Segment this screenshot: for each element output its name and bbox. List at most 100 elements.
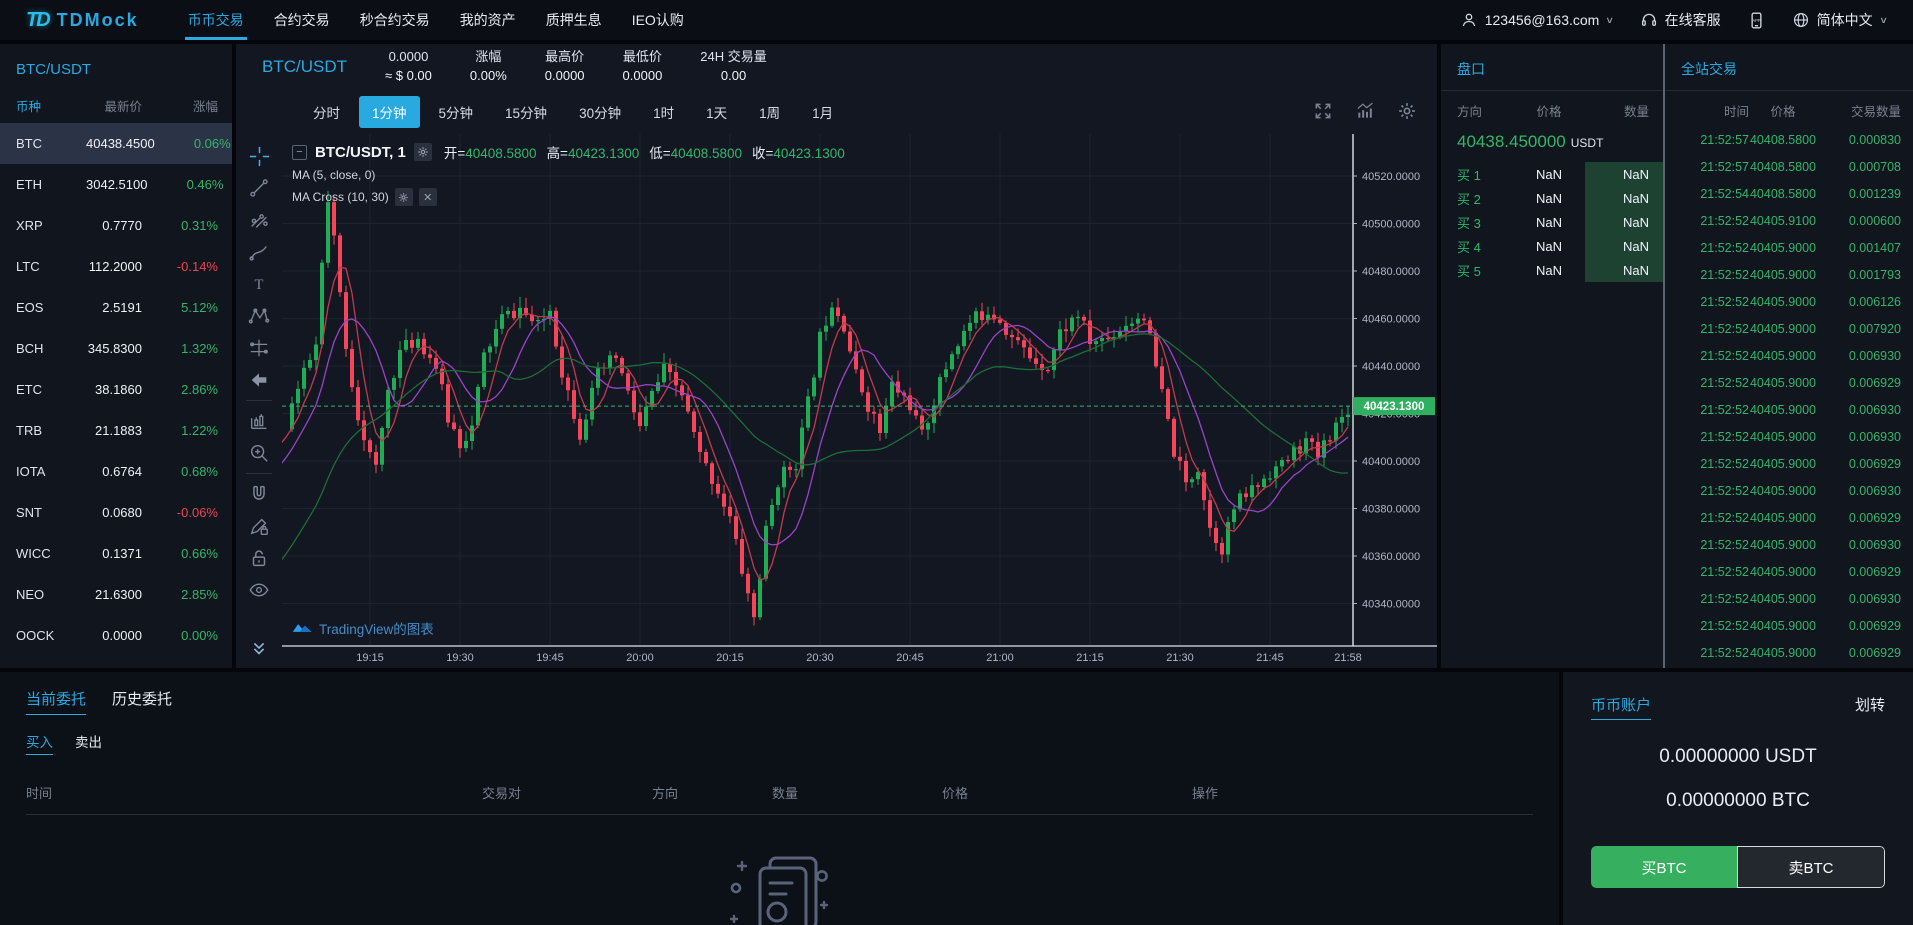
transfer-link[interactable]: 划转	[1855, 694, 1885, 715]
orderbook-row[interactable]: 买 4NaNNaN	[1441, 234, 1663, 258]
svg-text:21:30: 21:30	[1166, 652, 1194, 664]
text-tool-icon[interactable]: T	[242, 268, 276, 300]
crosshair-icon[interactable]	[242, 140, 276, 172]
forecast-bars-icon[interactable]	[242, 405, 276, 437]
sell-btc-button[interactable]: 卖BTC	[1737, 846, 1885, 888]
timeframe-button[interactable]: 1分钟	[359, 96, 420, 128]
account-tab-spot[interactable]: 币币账户	[1591, 694, 1651, 720]
coin-row[interactable]: EOS2.51915.12%	[0, 287, 232, 328]
chart-stat: 涨幅0.00%	[470, 48, 507, 86]
orders-tabs: 当前委托历史委托	[26, 672, 1533, 715]
indicators-icon[interactable]	[1355, 101, 1375, 124]
zoom-in-icon[interactable]	[242, 437, 276, 469]
nav-item[interactable]: 币币交易	[173, 0, 259, 40]
coin-price: 3042.5100	[86, 177, 157, 192]
fullscreen-icon[interactable]	[1313, 101, 1333, 124]
coin-row[interactable]: BTC40438.45000.06%	[0, 123, 232, 164]
chart-price-block: 0.0000 ≈ $ 0.00	[385, 48, 432, 86]
pitchfork-icon[interactable]	[242, 204, 276, 236]
online-support[interactable]: 在线客服	[1640, 10, 1721, 30]
trade-row: 21:52:5240405.90000.001407	[1665, 234, 1913, 261]
drawing-lock-icon[interactable]	[242, 510, 276, 542]
app-download[interactable]: APP	[1747, 11, 1766, 30]
coin-row[interactable]: WICC0.13710.66%	[0, 533, 232, 574]
trades-panel: 全站交易 时间 价格 交易数量 21:52:5740408.58000.0008…	[1663, 44, 1913, 668]
coin-row[interactable]: XRP0.77700.31%	[0, 205, 232, 246]
xabcd-pattern-icon[interactable]	[242, 300, 276, 332]
app-qr-icon: APP	[1747, 11, 1766, 30]
trend-line-icon[interactable]	[242, 172, 276, 204]
coin-price: 0.7770	[86, 218, 152, 233]
svg-text:21:00: 21:00	[986, 652, 1014, 664]
buy-btc-button[interactable]: 买BTC	[1591, 846, 1737, 888]
trades-title: 全站交易	[1665, 44, 1913, 91]
ma-settings-gear-icon[interactable]	[395, 188, 413, 206]
language-label: 简体中文	[1817, 10, 1873, 30]
coin-symbol: BCH	[16, 341, 86, 356]
main-nav: 币币交易合约交易秒合约交易我的资产质押生息IEO认购	[173, 0, 699, 40]
coin-price: 38.1860	[86, 382, 152, 397]
coin-row[interactable]: OOCK0.00000.00%	[0, 615, 232, 656]
market-sidebar: BTC/USDT 币种 最新价 涨幅 BTC40438.45000.06%ETH…	[0, 44, 232, 668]
collapse-toolbar-icon[interactable]	[242, 632, 276, 664]
timeframe-list: 分时1分钟5分钟15分钟30分钟1时1天1周1月	[300, 96, 846, 128]
nav-item[interactable]: 合约交易	[259, 0, 345, 40]
timeframe-button[interactable]: 30分钟	[566, 96, 634, 128]
trade-row: 21:52:5240405.90000.006930	[1665, 585, 1913, 612]
trade-row: 21:52:5240405.90000.001793	[1665, 261, 1913, 288]
coin-symbol: BTC	[16, 136, 86, 151]
lock-all-icon[interactable]	[242, 542, 276, 574]
legend-settings-gear-icon[interactable]	[414, 143, 432, 161]
coin-row[interactable]: TRB21.18831.22%	[0, 410, 232, 451]
market-pair-title: BTC/USDT	[0, 44, 232, 92]
orderbook-row[interactable]: 买 5NaNNaN	[1441, 258, 1663, 282]
chart-canvas[interactable]: 40520.000040500.000040480.000040460.0000…	[282, 134, 1437, 668]
orders-tab[interactable]: 历史委托	[112, 688, 172, 715]
coin-row[interactable]: ETH3042.51000.46%	[0, 164, 232, 205]
coin-row[interactable]: LTC112.2000-0.14%	[0, 246, 232, 287]
ma-close-icon[interactable]: ✕	[419, 188, 437, 206]
orders-side-tab[interactable]: 卖出	[75, 731, 102, 755]
logo[interactable]: TD TDMock	[26, 9, 139, 32]
long-short-position-icon[interactable]	[242, 332, 276, 364]
coin-row[interactable]: NEO21.63002.85%	[0, 574, 232, 615]
account-menu[interactable]: 123456@163.com ∨	[1460, 11, 1614, 29]
coin-row[interactable]: BCH345.83001.32%	[0, 328, 232, 369]
orderbook-row[interactable]: 买 3NaNNaN	[1441, 210, 1663, 234]
svg-text:20:00: 20:00	[626, 652, 654, 664]
coin-symbol: EOS	[16, 300, 86, 315]
timeframe-button[interactable]: 15分钟	[492, 96, 560, 128]
language-selector[interactable]: 简体中文 ∨	[1792, 10, 1887, 30]
timeframe-button[interactable]: 1月	[799, 96, 846, 128]
trade-row: 21:52:5240405.90000.006929	[1665, 450, 1913, 477]
timeframe-button[interactable]: 1天	[693, 96, 740, 128]
hide-drawings-icon[interactable]	[242, 574, 276, 606]
orderbook-row[interactable]: 买 2NaNNaN	[1441, 186, 1663, 210]
nav-item[interactable]: 秒合约交易	[345, 0, 445, 40]
trade-row: 21:52:5240405.90000.006126	[1665, 288, 1913, 315]
timeframe-button[interactable]: 5分钟	[426, 96, 487, 128]
orders-col-header: 交易对	[482, 783, 652, 802]
coin-change: 5.12%	[152, 300, 218, 315]
coin-row[interactable]: ETC38.18602.86%	[0, 369, 232, 410]
nav-item[interactable]: IEO认购	[617, 0, 699, 40]
settings-gear-icon[interactable]	[1397, 101, 1417, 124]
magnet-icon[interactable]	[242, 478, 276, 510]
arrow-marker-icon[interactable]	[242, 364, 276, 396]
orders-side-tab[interactable]: 买入	[26, 731, 53, 755]
nav-item[interactable]: 质押生息	[531, 0, 617, 40]
orders-tab[interactable]: 当前委托	[26, 688, 86, 715]
legend-collapse-button[interactable]: −	[292, 145, 307, 160]
coin-row[interactable]: SNT0.0680-0.06%	[0, 492, 232, 533]
orderbook-row[interactable]: 买 1NaNNaN	[1441, 162, 1663, 186]
brush-icon[interactable]	[242, 236, 276, 268]
orders-col-header: 价格	[942, 783, 1192, 802]
tradingview-attribution[interactable]: TradingView的图表	[292, 618, 434, 638]
nav-item[interactable]: 我的资产	[445, 0, 531, 40]
timeframe-button[interactable]: 1时	[640, 96, 687, 128]
svg-text:40400.0000: 40400.0000	[1362, 456, 1420, 468]
svg-text:19:15: 19:15	[356, 652, 384, 664]
timeframe-button[interactable]: 1周	[746, 96, 793, 128]
timeframe-button[interactable]: 分时	[300, 96, 353, 128]
coin-row[interactable]: IOTA0.67640.68%	[0, 451, 232, 492]
